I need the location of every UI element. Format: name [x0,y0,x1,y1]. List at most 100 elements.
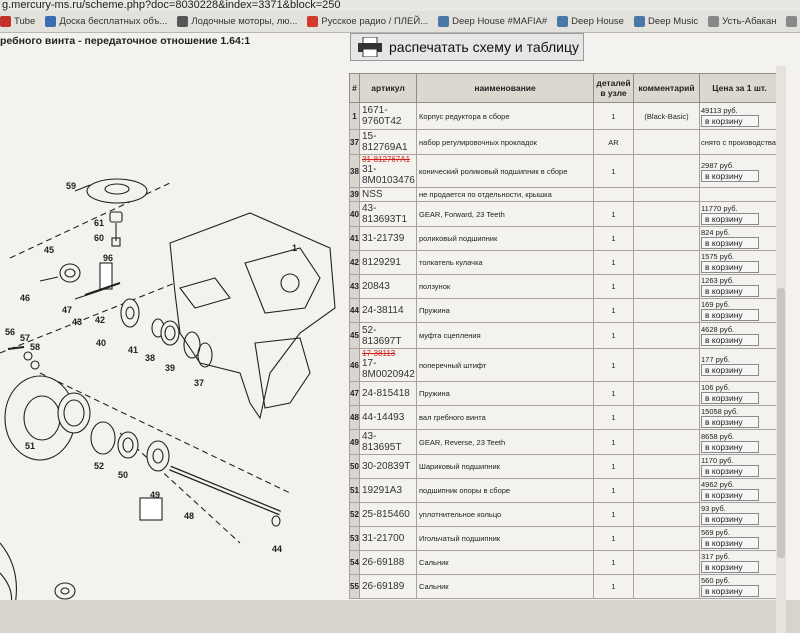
part-name: не продается по отдельности, крышка [416,187,594,202]
part-comment [633,478,700,503]
add-to-cart-button[interactable]: в корзину [701,169,759,182]
bookmark-item[interactable]: Deep Music [633,16,698,27]
row-number: 47 [349,381,360,406]
bookmark-item[interactable]: Deep House #MAFIA# [438,16,547,27]
table-row: 49 43-813695T GEAR, Reverse, 23 Teeth 1 8658… [349,429,780,455]
part-name: муфта сцепления [416,322,594,349]
add-to-cart-button[interactable]: в корзину [701,285,759,297]
table-row: 48 44-14493 вал гребного винта 1 15058 руб. в… [349,405,780,430]
bookmark-item[interactable]: Русское радио / ПЛЕЙ... [307,16,428,27]
article-number: 17-8M0020942 [362,358,415,380]
part-name: Сальник [416,550,594,575]
part-comment [633,574,700,599]
bookmark-item[interactable]: SamForum [786,16,800,27]
article-cell: 30-20839T [359,454,417,479]
address-bar[interactable]: g.mercury-ms.ru/scheme.php?doc=8030228&i… [0,0,800,11]
svg-text:48: 48 [184,511,194,521]
row-number: 1 [349,102,360,130]
add-to-cart-button[interactable]: в корзину [701,416,759,428]
article-number: 26-69188 [362,557,405,568]
add-to-cart-button[interactable]: в корзину [701,513,759,525]
row-number: 50 [349,454,360,479]
table-row: 55 26-69189 Сальник 1 560 руб. в корзину [349,574,780,599]
add-to-cart-button[interactable]: в корзину [701,489,759,501]
part-name: ползунок [416,274,594,299]
price-value: 15058 руб. [701,407,739,416]
part-qty: 1 [593,381,634,406]
add-to-cart-button[interactable]: в корзину [701,261,759,273]
row-number: 40 [349,201,360,227]
part-comment [633,201,700,227]
print-button[interactable]: распечатать схему и таблицу [350,33,584,61]
article-number: 26-69189 [362,581,405,592]
add-to-cart-button[interactable]: в корзину [701,212,759,225]
add-to-cart-button[interactable]: в корзину [701,585,759,597]
video-icon [0,16,11,27]
add-to-cart-button[interactable]: в корзину [701,392,759,404]
row-number: 38 [349,154,360,188]
add-to-cart-button[interactable]: в корзину [701,114,759,127]
article-number: 31-21700 [362,533,405,544]
part-qty: 1 [593,201,634,227]
table-row: 38 31-812767A1 31-8M0103476 конический роли… [349,154,780,188]
part-qty: 1 [593,429,634,455]
svg-text:38: 38 [145,353,155,363]
table-row: 40 43-813693T1 GEAR, Forward, 23 Teeth 1 117… [349,201,780,227]
price-value: 11770 руб. [701,203,738,213]
add-to-cart-button[interactable]: в корзину [701,237,759,249]
row-number: 48 [349,405,360,430]
part-name: набор регулировочных прокладок [416,129,594,155]
row-number: 54 [349,550,360,575]
article-number: 24-38114 [362,305,404,316]
scrollbar-thumb[interactable] [777,288,785,558]
part-name: Корпус редуктора в сборе [416,102,594,130]
add-to-cart-button[interactable]: в корзину [701,363,759,376]
print-button-label: распечатать схему и таблицу [389,39,580,55]
row-number: 42 [349,250,360,275]
table-row: 53 31-21700 Игольчатый подшипник 1 569 руб. в… [349,526,780,551]
table-row: 51 19291A3 подшипник опоры в сборе 1 4962 ру… [349,478,780,503]
add-to-cart-button[interactable]: в корзину [701,440,759,453]
price-value: 8658 руб. [701,431,735,441]
article-number: 31-8M0103476 [362,164,415,186]
part-comment [633,454,700,479]
svg-text:49: 49 [150,490,160,500]
part-comment [633,405,700,430]
part-comment [633,154,700,188]
article-number: 8129291 [362,257,401,268]
svg-text:56: 56 [5,327,15,337]
table-row: 37 15-812769A1 набор регулировочных прокла… [349,129,780,155]
bookmark-item[interactable]: Tube [0,16,35,27]
bookmark-label: Усть-Абакан [722,16,777,27]
part-name: уплотнительное кольцо [416,502,594,527]
part-comment [633,348,700,382]
bookmark-item[interactable]: Доска бесплатных объ... [45,16,167,27]
bookmark-item[interactable]: Усть-Абакан [708,16,776,27]
article-cell: 24-815418 [359,381,417,406]
bookmark-item[interactable]: Лодочные моторы, лю... [177,16,297,27]
price-cell: 560 руб. в корзину [699,574,780,599]
price-cell: 169 руб. в корзину [699,298,780,323]
add-to-cart-button[interactable]: в корзину [701,561,759,573]
table-row: 42 8129291 толкатель кулачка 1 1575 руб. в ко… [349,250,780,275]
add-to-cart-button[interactable]: в корзину [701,537,759,549]
svg-text:52: 52 [94,461,104,471]
svg-text:43: 43 [72,317,82,327]
bookmark-label: Tube [14,16,36,27]
part-qty: 1 [593,454,634,479]
bookmark-label: Deep House #MAFIA# [452,16,548,27]
parts-table: # артикул наименование деталей в узле ко… [349,73,780,599]
part-qty: 1 [593,102,634,130]
bookmark-item[interactable]: Deep House [557,16,624,27]
article-number: 43-813693T1 [362,203,408,225]
table-row: 50 30-20839T Шариковый подшипник 1 1170 руб.… [349,454,780,479]
vk-icon [557,16,569,27]
part-name: Сальник [416,574,594,599]
add-to-cart-button[interactable]: в корзину [701,465,759,477]
add-to-cart-button[interactable]: в корзину [701,334,759,346]
add-to-cart-button[interactable]: в корзину [701,309,759,321]
article-number: 44-14493 [362,412,405,423]
article-number: 24-815418 [362,388,410,399]
parts-diagram: 59 61 60 96 45 46 47 43 42 40 41 38 39 3… [0,178,336,600]
price-value: 317 руб. [701,552,730,561]
